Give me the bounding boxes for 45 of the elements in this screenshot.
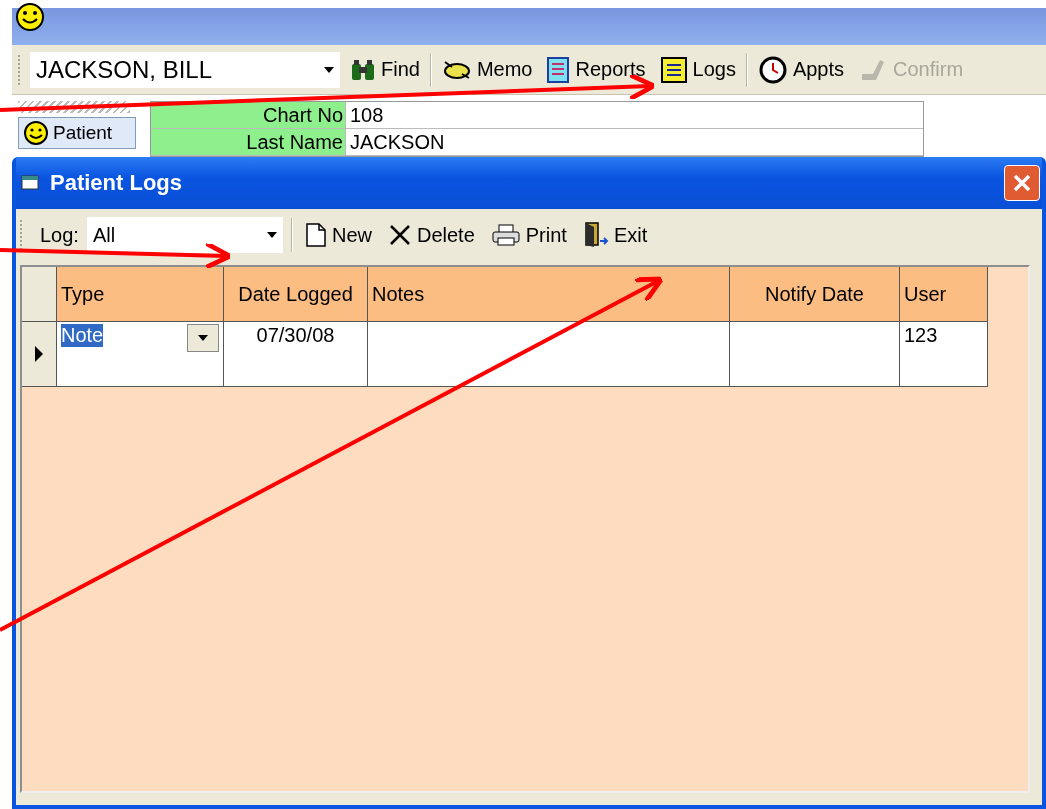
toolbar-button[interactable]: Reports bbox=[542, 53, 650, 86]
caret-icon[interactable] bbox=[324, 66, 334, 73]
column-header[interactable]: Type bbox=[57, 267, 224, 322]
corner-header bbox=[22, 267, 57, 322]
field-label: Last Name bbox=[151, 129, 345, 156]
binoculars-icon bbox=[350, 57, 376, 82]
dropdown-button[interactable] bbox=[187, 324, 219, 352]
delete-icon bbox=[387, 223, 412, 247]
close-button[interactable] bbox=[1004, 165, 1040, 201]
printer-icon bbox=[490, 223, 521, 247]
caret-icon[interactable] bbox=[266, 232, 277, 238]
toolbar-button[interactable]: Logs bbox=[655, 53, 740, 86]
dialog-title: Patient Logs bbox=[50, 170, 183, 196]
clock-icon bbox=[757, 54, 788, 85]
patient-tab[interactable]: Patient bbox=[18, 117, 136, 149]
table-cell: 07/30/08 bbox=[224, 322, 368, 387]
field-value[interactable]: 108 bbox=[345, 102, 923, 129]
patient-combo[interactable]: JACKSON, BILL bbox=[30, 51, 340, 88]
toolbar-button[interactable]: Appts bbox=[753, 52, 849, 87]
column-header[interactable]: Notes bbox=[368, 267, 730, 322]
report-icon bbox=[546, 55, 571, 84]
toolbar-button[interactable]: New bbox=[300, 220, 376, 250]
log-label: Log: bbox=[40, 223, 79, 247]
smiley-icon bbox=[23, 120, 49, 146]
field-label: Chart No bbox=[151, 102, 345, 129]
toolbar-button[interactable]: Delete bbox=[383, 221, 479, 249]
toolbar-button[interactable]: Memo bbox=[437, 55, 537, 84]
table-cell: 123 bbox=[900, 322, 988, 387]
caret-icon bbox=[198, 335, 208, 341]
column-header[interactable]: Notify Date bbox=[730, 267, 900, 322]
table-cell[interactable]: Note bbox=[61, 324, 104, 347]
log-combo[interactable]: All bbox=[86, 217, 283, 253]
smiley-icon bbox=[14, 2, 46, 32]
column-header[interactable]: Date Logged bbox=[224, 267, 368, 322]
toolbar-button[interactable]: Print bbox=[486, 221, 571, 249]
exit-door-icon bbox=[582, 221, 609, 249]
toolbar-button[interactable]: Find bbox=[346, 55, 424, 84]
document-icon bbox=[659, 55, 688, 84]
toolbar-button[interactable]: Exit bbox=[578, 219, 652, 251]
window-icon bbox=[20, 173, 42, 193]
close-icon bbox=[1012, 173, 1032, 193]
column-header[interactable]: User bbox=[900, 267, 988, 322]
field-value[interactable]: JACKSON bbox=[345, 129, 923, 156]
row-header[interactable] bbox=[22, 322, 57, 387]
new-page-icon bbox=[304, 222, 327, 248]
